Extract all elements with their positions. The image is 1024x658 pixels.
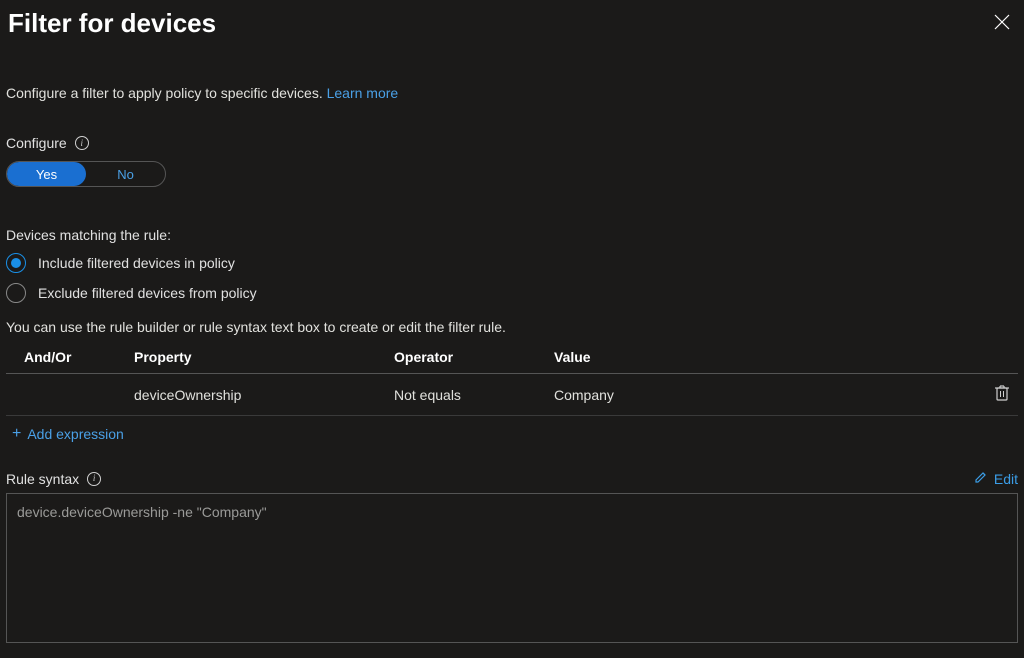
info-icon[interactable]: i <box>87 472 101 486</box>
rule-syntax-label-row: Rule syntax i <box>6 471 101 487</box>
matching-radio-list: Include filtered devices in policy Exclu… <box>6 253 1018 303</box>
close-icon[interactable] <box>988 8 1016 36</box>
col-value-header: Value <box>546 341 958 374</box>
edit-label: Edit <box>994 471 1018 487</box>
add-expression-label: Add expression <box>27 426 124 442</box>
matching-label: Devices matching the rule: <box>6 227 1018 243</box>
cell-property[interactable]: deviceOwnership <box>126 374 386 416</box>
plus-icon: + <box>12 426 21 442</box>
exclude-radio-label: Exclude filtered devices from policy <box>38 285 257 301</box>
table-row: deviceOwnership Not equals Company <box>6 374 1018 416</box>
configure-no-option[interactable]: No <box>86 162 165 186</box>
add-expression-button[interactable]: + Add expression <box>6 416 1018 452</box>
configure-label-row: Configure i <box>6 135 1018 151</box>
panel-title: Filter for devices <box>8 8 216 39</box>
radio-unselected-icon <box>6 283 26 303</box>
learn-more-link[interactable]: Learn more <box>327 85 399 101</box>
panel-header: Filter for devices <box>6 0 1018 65</box>
description-text: Configure a filter to apply policy to sp… <box>6 85 327 101</box>
exclude-radio[interactable]: Exclude filtered devices from policy <box>6 283 1018 303</box>
info-icon[interactable]: i <box>75 136 89 150</box>
matching-section: Devices matching the rule: Include filte… <box>6 227 1018 303</box>
radio-selected-icon <box>6 253 26 273</box>
filter-devices-panel: Filter for devices Configure a filter to… <box>0 0 1024 643</box>
cell-andor <box>6 374 126 416</box>
configure-section: Configure i Yes No <box>6 135 1018 187</box>
configure-yes-option[interactable]: Yes <box>7 162 86 186</box>
table-header-row: And/Or Property Operator Value <box>6 341 1018 374</box>
include-radio-label: Include filtered devices in policy <box>38 255 235 271</box>
col-andor-header: And/Or <box>6 341 126 374</box>
cell-value[interactable]: Company <box>546 374 958 416</box>
rule-table: And/Or Property Operator Value deviceOwn… <box>6 341 1018 416</box>
configure-toggle: Yes No <box>6 161 166 187</box>
col-property-header: Property <box>126 341 386 374</box>
edit-syntax-button[interactable]: Edit <box>974 470 1018 487</box>
configure-label: Configure <box>6 135 67 151</box>
rule-syntax-header: Rule syntax i Edit <box>6 470 1018 487</box>
trash-icon[interactable] <box>994 384 1010 402</box>
include-radio[interactable]: Include filtered devices in policy <box>6 253 1018 273</box>
col-delete-header <box>958 341 1018 374</box>
cell-operator[interactable]: Not equals <box>386 374 546 416</box>
rule-syntax-textbox[interactable]: device.deviceOwnership -ne "Company" <box>6 493 1018 643</box>
cell-delete <box>958 374 1018 416</box>
rule-syntax-label: Rule syntax <box>6 471 79 487</box>
pencil-icon <box>974 470 988 487</box>
col-operator-header: Operator <box>386 341 546 374</box>
rule-hint: You can use the rule builder or rule syn… <box>6 319 1018 335</box>
panel-description: Configure a filter to apply policy to sp… <box>6 65 1018 101</box>
